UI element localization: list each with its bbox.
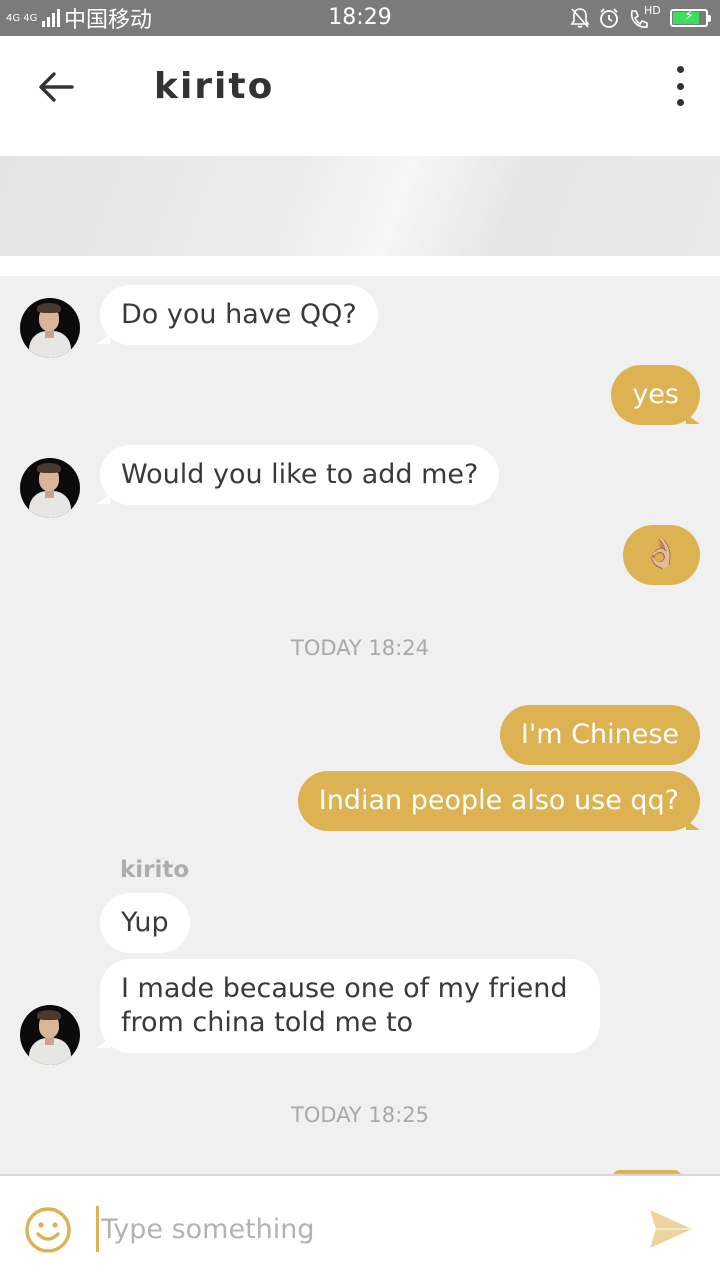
avatar[interactable]	[20, 458, 80, 518]
chat-title: kirito	[154, 66, 275, 107]
more-options-button[interactable]	[670, 66, 690, 106]
outgoing-message[interactable]: I'm Chinese	[499, 705, 700, 765]
alarm-icon	[598, 7, 620, 29]
message-line: I made because one of my friend	[121, 973, 568, 1004]
bell-muted-icon	[570, 7, 590, 29]
app-header: kirito	[0, 36, 720, 156]
bolt-icon: ⚡	[684, 8, 694, 24]
sender-name: kirito	[120, 857, 190, 883]
message-input[interactable]	[96, 1206, 616, 1252]
avatar[interactable]	[20, 1005, 80, 1065]
incoming-message[interactable]: Would you like to add me?	[100, 445, 500, 505]
emoji-button[interactable]	[24, 1206, 72, 1254]
back-button[interactable]	[30, 64, 82, 110]
smiley-icon	[25, 1207, 71, 1253]
status-bar: 4G 4G 中国移动 18:29 HD ⚡	[0, 0, 720, 36]
message-line: from china told me to	[121, 1007, 414, 1038]
incoming-message[interactable]: I made because one of my friend from chi…	[100, 959, 600, 1053]
message-composer	[0, 1174, 720, 1280]
phone-hd-icon: HD	[628, 4, 662, 30]
avatar[interactable]	[20, 298, 80, 358]
outgoing-message[interactable]: yes	[611, 365, 700, 425]
timestamp: TODAY 18:24	[291, 636, 429, 660]
outgoing-message[interactable]: 👌🏼	[623, 525, 700, 585]
timestamp: TODAY 18:25	[291, 1103, 429, 1127]
banner-area	[0, 156, 720, 256]
arrow-left-icon	[39, 72, 74, 102]
battery-charging-icon: ⚡	[670, 8, 711, 27]
divider	[0, 256, 720, 276]
send-icon	[650, 1210, 692, 1248]
outgoing-message[interactable]: Indian people also use qq?	[297, 771, 700, 831]
status-right: HD ⚡	[570, 0, 711, 36]
incoming-message[interactable]: Yup	[100, 893, 190, 953]
incoming-message[interactable]: Do you have QQ?	[100, 285, 378, 345]
more-vertical-icon	[676, 66, 684, 73]
hd-label: HD	[644, 4, 661, 17]
send-button[interactable]	[648, 1208, 694, 1250]
